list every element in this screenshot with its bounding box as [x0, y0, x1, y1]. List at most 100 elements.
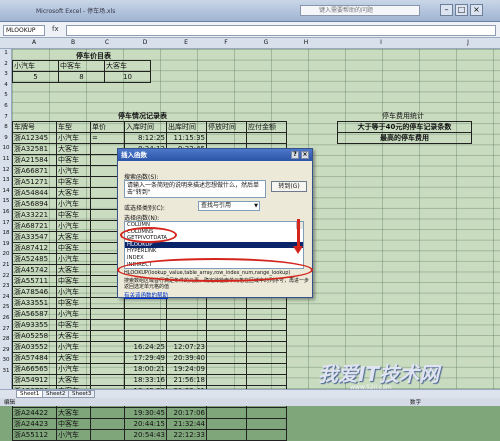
- price-cell[interactable]: [90, 429, 125, 441]
- out-time-cell[interactable]: [166, 319, 207, 331]
- type-cell[interactable]: 大客车: [56, 407, 91, 419]
- price-value[interactable]: 10: [104, 71, 151, 83]
- stats-row[interactable]: 大于等于40元的停车记录条数: [337, 121, 472, 133]
- duration-cell[interactable]: [206, 429, 247, 441]
- column-header[interactable]: J: [436, 39, 500, 46]
- chevron-down-icon[interactable]: ▼: [254, 202, 258, 210]
- type-cell[interactable]: 中客车: [56, 176, 91, 188]
- out-time-cell[interactable]: 19:24:09: [166, 363, 207, 375]
- row-header[interactable]: 5: [0, 92, 12, 98]
- type-cell[interactable]: 小汽车: [56, 429, 91, 441]
- plate-cell[interactable]: 浙A21584: [12, 154, 57, 166]
- amount-cell[interactable]: [246, 418, 287, 430]
- row-header[interactable]: 23: [0, 283, 12, 289]
- row-header[interactable]: 19: [0, 241, 12, 247]
- price-value[interactable]: 5: [12, 71, 59, 83]
- duration-cell[interactable]: [206, 352, 247, 364]
- type-cell[interactable]: 中客车: [56, 275, 91, 287]
- duration-cell[interactable]: [206, 363, 247, 375]
- restore-icon[interactable]: □: [455, 4, 468, 16]
- stats-row[interactable]: 最高的停车费用: [337, 132, 472, 144]
- row-header[interactable]: 29: [0, 347, 12, 353]
- out-time-cell[interactable]: 22:12:33: [166, 429, 207, 441]
- row-header[interactable]: 2: [0, 61, 12, 67]
- amount-cell[interactable]: [246, 341, 287, 353]
- tab-sheet2[interactable]: Sheet2: [42, 390, 70, 398]
- type-cell[interactable]: 小汽车: [56, 286, 91, 298]
- in-time-cell[interactable]: 20:54:43: [124, 429, 167, 441]
- duration-cell[interactable]: [206, 132, 247, 144]
- duration-cell[interactable]: [206, 308, 247, 320]
- amount-cell[interactable]: [246, 297, 287, 309]
- price-cell[interactable]: [90, 374, 125, 386]
- duration-cell[interactable]: [206, 341, 247, 353]
- plate-cell[interactable]: 浙A05258: [12, 330, 57, 342]
- column-header[interactable]: B: [56, 39, 90, 46]
- price-header[interactable]: 小汽车: [12, 60, 59, 72]
- row-header[interactable]: 15: [0, 198, 12, 204]
- out-time-cell[interactable]: [166, 297, 207, 309]
- duration-cell[interactable]: [206, 330, 247, 342]
- type-cell[interactable]: 大客车: [56, 374, 91, 386]
- in-time-cell[interactable]: 16:24:25: [124, 341, 167, 353]
- record-header[interactable]: 车型: [56, 121, 91, 133]
- row-header[interactable]: 25: [0, 304, 12, 310]
- price-value[interactable]: 8: [58, 71, 105, 83]
- amount-cell[interactable]: [246, 407, 287, 419]
- plate-cell[interactable]: 浙A52485: [12, 253, 57, 265]
- out-time-cell[interactable]: 12:07:23: [166, 341, 207, 353]
- row-header[interactable]: 8: [0, 124, 12, 130]
- row-header[interactable]: 7: [0, 114, 12, 120]
- plate-cell[interactable]: 浙A54912: [12, 374, 57, 386]
- row-header[interactable]: 4: [0, 82, 12, 88]
- in-time-cell[interactable]: 8:12:25: [124, 132, 167, 144]
- record-header[interactable]: 车牌号: [12, 121, 57, 133]
- in-time-cell[interactable]: 17:29:49: [124, 352, 167, 364]
- plate-cell[interactable]: 浙A93355: [12, 319, 57, 331]
- type-cell[interactable]: 中客车: [56, 242, 91, 254]
- price-header[interactable]: 大客车: [104, 60, 151, 72]
- in-time-cell[interactable]: 19:30:45: [124, 407, 167, 419]
- category-select[interactable]: 查找与引用 ▼: [198, 201, 260, 211]
- in-time-cell[interactable]: [124, 308, 167, 320]
- amount-cell[interactable]: [246, 330, 287, 342]
- function-list-item[interactable]: HYPERLINK: [125, 248, 303, 255]
- in-time-cell[interactable]: 18:33:16: [124, 374, 167, 386]
- type-cell[interactable]: 大客车: [56, 330, 91, 342]
- plate-cell[interactable]: 浙A66871: [12, 165, 57, 177]
- price-cell[interactable]: =: [90, 132, 125, 144]
- duration-cell[interactable]: [206, 418, 247, 430]
- duration-cell[interactable]: [206, 297, 247, 309]
- row-header[interactable]: 16: [0, 209, 12, 215]
- amount-cell[interactable]: [246, 429, 287, 441]
- record-header[interactable]: 单价: [90, 121, 125, 133]
- column-header[interactable]: D: [124, 39, 166, 46]
- dialog-close-icon[interactable]: ×: [301, 151, 309, 159]
- plate-cell[interactable]: 浙A24422: [12, 407, 57, 419]
- type-cell[interactable]: 小汽车: [56, 198, 91, 210]
- help-icon[interactable]: ?: [291, 151, 299, 159]
- plate-cell[interactable]: 浙A12345: [12, 132, 57, 144]
- row-header[interactable]: 31: [0, 368, 12, 374]
- row-header[interactable]: 17: [0, 220, 12, 226]
- type-cell[interactable]: 大客车: [56, 187, 91, 199]
- price-cell[interactable]: [90, 330, 125, 342]
- plate-cell[interactable]: 浙A55711: [12, 275, 57, 287]
- row-header[interactable]: 24: [0, 294, 12, 300]
- formula-input[interactable]: [66, 25, 496, 36]
- row-header[interactable]: 11: [0, 156, 12, 162]
- row-header[interactable]: 1: [0, 50, 12, 56]
- amount-cell[interactable]: [246, 132, 287, 144]
- record-header[interactable]: 停放时间: [206, 121, 247, 133]
- in-time-cell[interactable]: [124, 319, 167, 331]
- row-header[interactable]: 9: [0, 135, 12, 141]
- plate-cell[interactable]: 浙A24423: [12, 418, 57, 430]
- row-header[interactable]: 27: [0, 326, 12, 332]
- plate-cell[interactable]: 浙A03552: [12, 341, 57, 353]
- plate-cell[interactable]: 浙A45742: [12, 264, 57, 276]
- out-time-cell[interactable]: 20:17:06: [166, 407, 207, 419]
- column-header[interactable]: A: [12, 39, 56, 46]
- amount-cell[interactable]: [246, 363, 287, 375]
- column-header[interactable]: C: [90, 39, 124, 46]
- out-time-cell[interactable]: [166, 308, 207, 320]
